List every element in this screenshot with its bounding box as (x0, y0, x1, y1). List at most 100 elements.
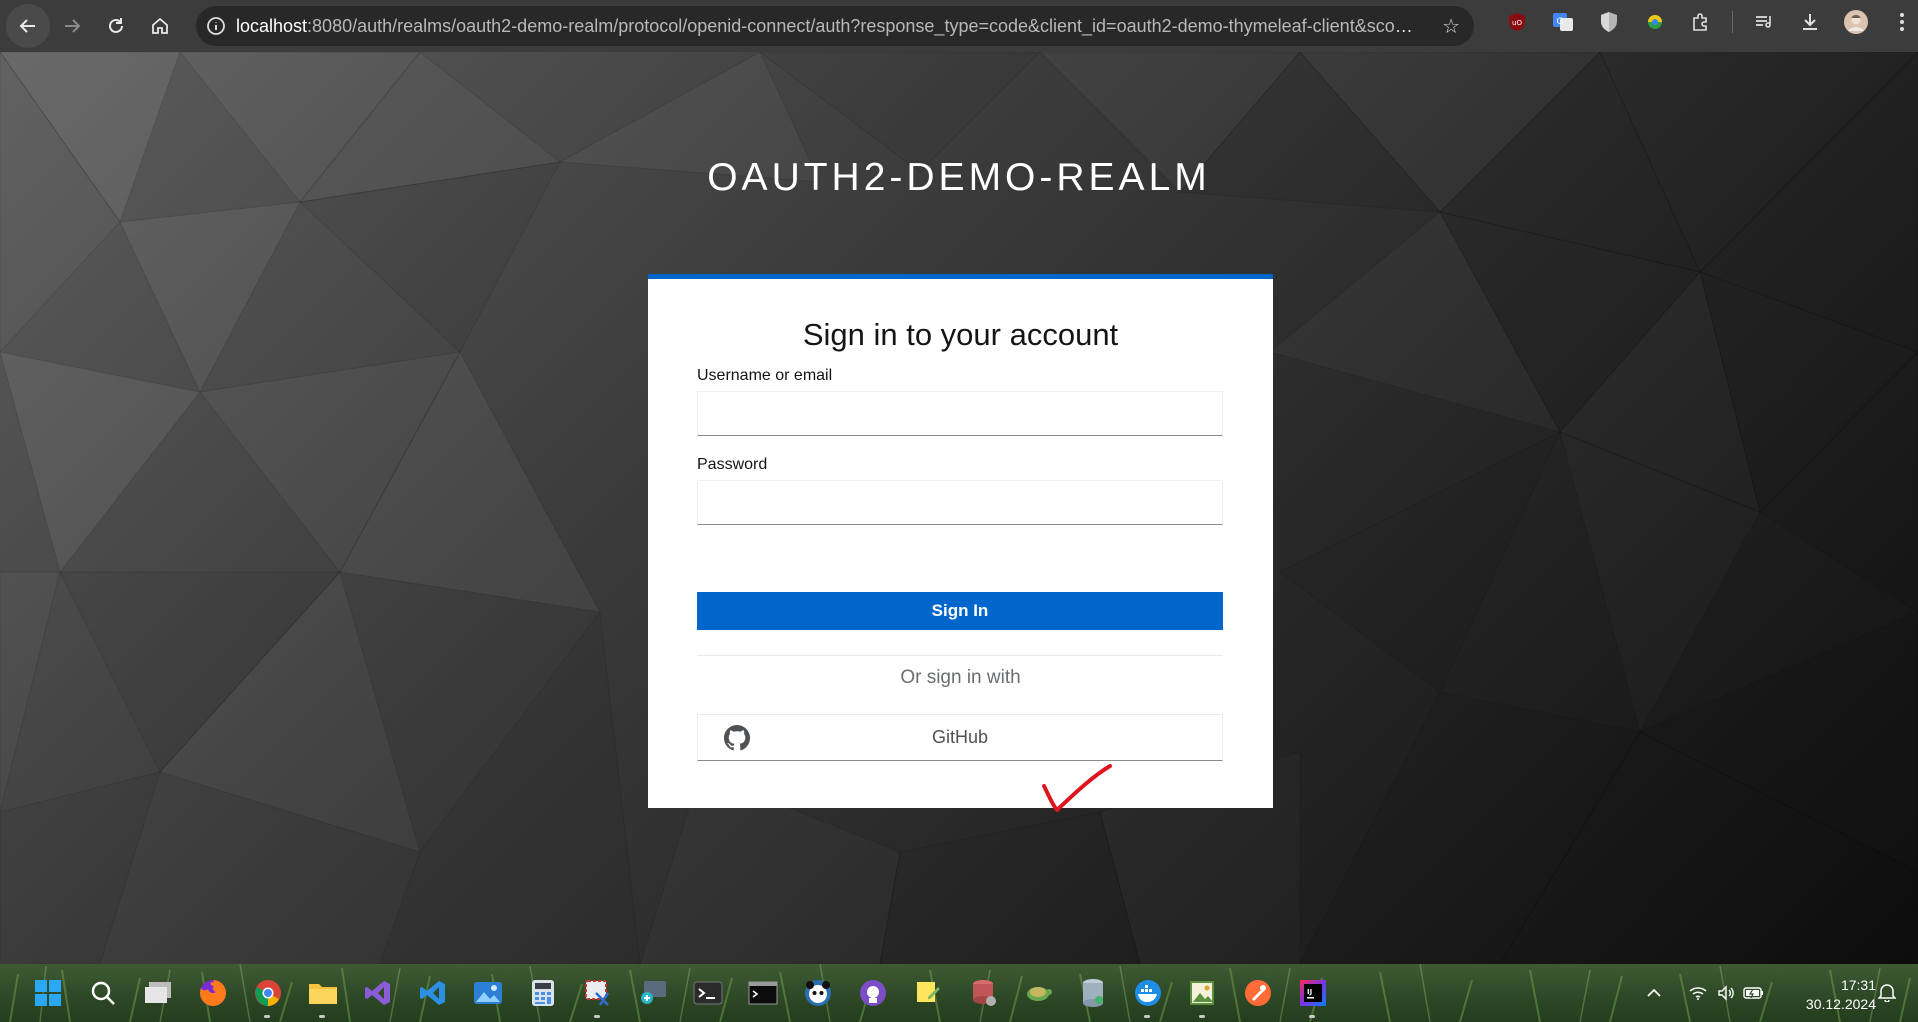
divider (697, 655, 1223, 656)
svg-text:uO: uO (1512, 19, 1522, 27)
image-viewer-app[interactable] (1175, 964, 1230, 1022)
turtle-icon (1026, 987, 1052, 1001)
extensions-bar: uO G (1494, 0, 1918, 44)
bookmark-star-icon[interactable]: ☆ (1442, 14, 1460, 39)
chrome-app[interactable] (240, 964, 295, 1022)
wifi-icon[interactable] (1684, 964, 1712, 1022)
taskbar-apps: IJ (20, 964, 1340, 1022)
url-host: localhost (236, 15, 308, 36)
command-prompt-icon (748, 981, 777, 1005)
url-path: :8080/auth/realms/oauth2-demo-realm/prot… (307, 15, 1416, 36)
github-desktop-icon (859, 980, 886, 1006)
arrow-left-icon (19, 19, 35, 33)
task-view-icon (144, 982, 171, 1003)
docker-app[interactable] (1120, 964, 1175, 1022)
cmd-app[interactable] (735, 964, 790, 1022)
username-label: Username or email (697, 367, 833, 384)
or-sign-in-with-text: Or sign in with (900, 667, 1021, 688)
github-label: GitHub (931, 727, 989, 747)
search-button[interactable] (75, 964, 130, 1022)
search-icon (91, 981, 115, 1005)
image-viewer-icon (1189, 981, 1214, 1005)
site-info-icon[interactable] (196, 16, 236, 36)
running-indicator (319, 1015, 325, 1018)
task-view-button[interactable] (130, 964, 185, 1022)
reload-button[interactable] (94, 4, 138, 48)
github-desktop-app[interactable] (845, 964, 900, 1022)
photos-icon (473, 982, 502, 1004)
pandas-app[interactable] (790, 964, 845, 1022)
windows-taskbar: IJ 17:31 30.12.2024 (0, 964, 1918, 1022)
username-input[interactable] (697, 391, 1223, 436)
notes-app[interactable] (900, 964, 955, 1022)
terminal-icon (693, 981, 722, 1005)
tortoise-app[interactable] (1010, 964, 1065, 1022)
calculator-icon (531, 980, 554, 1006)
disk-tool-app[interactable] (1065, 964, 1120, 1022)
start-button[interactable] (20, 964, 75, 1022)
intellij-app[interactable]: IJ (1285, 964, 1340, 1022)
docker-icon (1134, 980, 1161, 1006)
url-text: localhost:8080/auth/realms/oauth2-demo-r… (236, 16, 1416, 37)
visual-studio-icon (364, 981, 390, 1005)
google-translate-extension-icon[interactable]: G (1540, 0, 1586, 44)
forward-button[interactable] (50, 4, 94, 48)
battery-icon[interactable] (1740, 964, 1768, 1022)
visual-studio-app[interactable] (350, 964, 405, 1022)
shield-extension-icon[interactable] (1586, 0, 1632, 44)
toolbar-separator (1732, 11, 1733, 33)
panda-icon (804, 980, 831, 1006)
media-control-icon[interactable] (1741, 0, 1787, 44)
taskbar-clock[interactable]: 17:31 30.12.2024 (1786, 976, 1876, 1014)
database-icon (972, 980, 996, 1006)
github-icon (724, 725, 750, 751)
show-hidden-icons-chevron-up-icon[interactable] (1640, 964, 1668, 1022)
browser-toolbar: localhost:8080/auth/realms/oauth2-demo-r… (0, 0, 1918, 52)
postman-app[interactable] (1230, 964, 1285, 1022)
intellij-icon: IJ (1299, 980, 1326, 1006)
firefox-app[interactable] (185, 964, 240, 1022)
sign-in-button[interactable]: Sign In (697, 592, 1223, 630)
password-input[interactable] (697, 480, 1223, 525)
volume-icon[interactable] (1712, 964, 1740, 1022)
snipping-tool-icon (584, 980, 609, 1006)
snipping-tool-app[interactable] (570, 964, 625, 1022)
red-checkmark-annotation (1042, 764, 1112, 812)
folder-icon (308, 984, 337, 1004)
card-title: Sign in to your account (802, 317, 1119, 352)
running-indicator (594, 1015, 600, 1018)
remote-desktop-app[interactable] (625, 964, 680, 1022)
tray-spacer (1668, 964, 1684, 1022)
clock-time: 17:31 (1840, 977, 1876, 993)
back-button[interactable] (6, 4, 50, 48)
browser-menu-icon[interactable] (1879, 0, 1918, 44)
photos-app[interactable] (460, 964, 515, 1022)
home-icon (152, 17, 168, 34)
profile-avatar[interactable] (1833, 0, 1879, 44)
ublock-extension-icon[interactable]: uO (1494, 0, 1540, 44)
postman-icon (1244, 980, 1271, 1006)
vscode-app[interactable] (405, 964, 460, 1022)
windows-logo-icon (34, 980, 61, 1006)
file-explorer-app[interactable] (295, 964, 350, 1022)
home-button[interactable] (138, 4, 182, 48)
login-card: Sign in to your account Username or emai… (648, 274, 1273, 808)
calculator-app[interactable] (515, 964, 570, 1022)
running-indicator (1144, 1015, 1150, 1018)
reload-icon (109, 18, 123, 33)
notifications-bell-icon[interactable] (1877, 982, 1897, 1007)
address-bar[interactable]: localhost:8080/auth/realms/oauth2-demo-r… (196, 6, 1474, 46)
terminal-app[interactable] (680, 964, 735, 1022)
svg-text:G: G (1557, 17, 1564, 27)
remote-desktop-icon (640, 981, 666, 1004)
chrome-icon (254, 980, 281, 1006)
realm-title: OAUTH2-DEMO-REALM (707, 156, 1211, 199)
downloads-icon[interactable] (1787, 0, 1833, 44)
password-label: Password (697, 456, 768, 473)
database-app[interactable] (955, 964, 1010, 1022)
svg-text:IJ: IJ (1307, 988, 1312, 996)
colorful-extension-icon[interactable] (1632, 0, 1678, 44)
github-sign-in-button[interactable]: GitHub (697, 714, 1223, 761)
running-indicator (1199, 1015, 1205, 1018)
extensions-puzzle-icon[interactable] (1678, 0, 1724, 44)
